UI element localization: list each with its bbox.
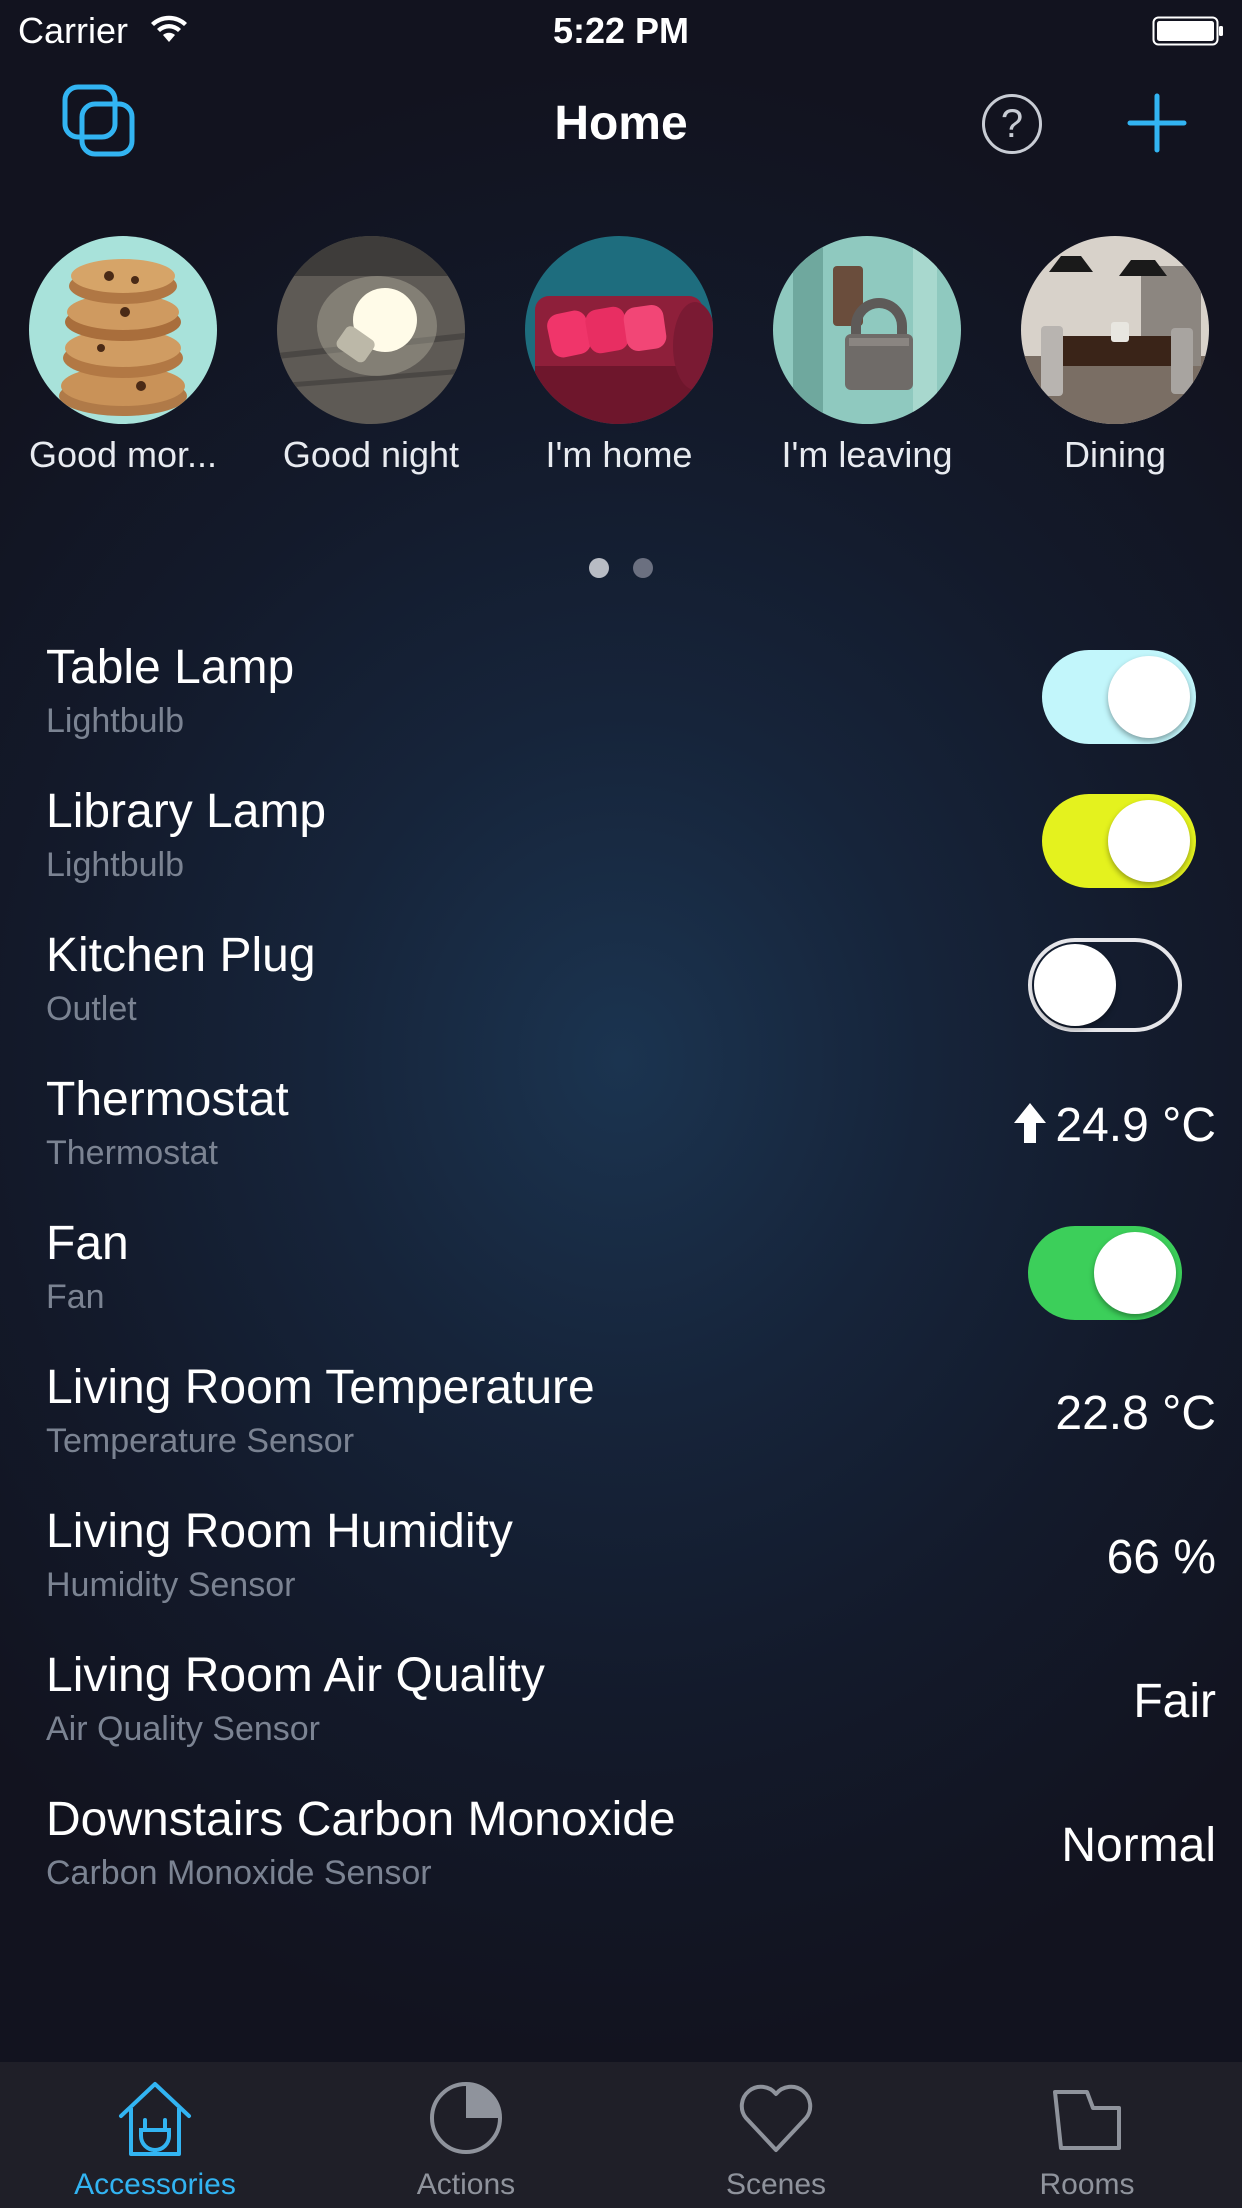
accessory-type: Outlet [46, 990, 137, 1028]
accessory-row-table-lamp[interactable]: Table Lamp Lightbulb [0, 640, 1242, 784]
thermostat-temperature: 24.9 °C [1055, 1099, 1216, 1152]
temperature-value: 22.8 °C [1055, 1387, 1216, 1440]
battery-icon [1152, 16, 1223, 46]
tab-rooms[interactable]: Rooms [932, 2062, 1242, 2208]
lightbulb-photo [277, 236, 465, 424]
tab-label: Actions [416, 2168, 516, 2201]
accessory-type: Carbon Monoxide Sensor [46, 1854, 432, 1892]
dining-room-photo [1021, 236, 1209, 424]
accessory-name: Downstairs Carbon Monoxide [46, 1793, 676, 1846]
scene-good-morning[interactable]: Good mor... [8, 236, 238, 476]
scene-label: Good night [282, 434, 460, 475]
accessory-row-kitchen-plug[interactable]: Kitchen Plug Outlet [0, 928, 1242, 1072]
accessory-row-living-room-humidity[interactable]: Living Room Humidity Humidity Sensor 66 … [0, 1504, 1242, 1648]
sofa-photo [525, 236, 713, 424]
toggle-knob [1108, 656, 1190, 738]
scene-dining[interactable]: Dining [1000, 236, 1230, 476]
accessory-name: Library Lamp [46, 785, 327, 838]
thermostat-value: 24.9 °C [1013, 1098, 1216, 1153]
accessory-name: Living Room Air Quality [46, 1649, 545, 1702]
tab-scenes[interactable]: Scenes [621, 2062, 931, 2208]
room-icon [1053, 2090, 1121, 2150]
accessory-type: Lightbulb [46, 702, 185, 740]
house-plug-icon [119, 2082, 191, 2156]
tab-actions[interactable]: Actions [311, 2062, 621, 2208]
accessory-type: Thermostat [46, 1134, 218, 1172]
arrow-up-icon [1014, 1103, 1047, 1143]
scene-label: Dining [1063, 434, 1167, 475]
tab-label: Rooms [1039, 2168, 1135, 2201]
page-dot-active[interactable] [589, 558, 609, 578]
tab-label: Accessories [74, 2168, 236, 2201]
tab-accessories[interactable]: Accessories [0, 2062, 310, 2208]
toggle-knob [1034, 944, 1116, 1026]
page-title: Home [554, 97, 688, 150]
accessory-type: Air Quality Sensor [46, 1710, 320, 1748]
tab-bar: Accessories Actions Scenes Rooms [0, 2062, 1242, 2208]
humidity-value: 66 % [1106, 1531, 1216, 1584]
cookies-photo [29, 236, 217, 424]
kitchen-plug-toggle[interactable] [1028, 938, 1182, 1032]
scenes-carousel: Good mor... Good night I'm home I'm leav… [0, 236, 1242, 476]
accessory-type: Humidity Sensor [46, 1566, 296, 1604]
accessory-name: Thermostat [46, 1073, 289, 1126]
accessory-name: Living Room Temperature [46, 1361, 595, 1414]
accessory-row-library-lamp[interactable]: Library Lamp Lightbulb [0, 784, 1242, 928]
scene-label: I'm leaving [781, 434, 953, 475]
scene-good-night[interactable]: Good night [256, 236, 486, 476]
toggle-knob [1108, 800, 1190, 882]
accessory-name: Living Room Humidity [46, 1505, 513, 1558]
tab-label: Scenes [725, 2168, 827, 2201]
scene-label: Good mor... [28, 434, 218, 475]
page-control[interactable] [0, 558, 1242, 583]
navigation-bar: Home ? [0, 70, 1242, 190]
scene-im-leaving[interactable]: I'm leaving [752, 236, 982, 476]
page-dot[interactable] [633, 558, 653, 578]
scene-im-home[interactable]: I'm home [504, 236, 734, 476]
carbon-monoxide-value: Normal [1061, 1819, 1216, 1872]
library-lamp-toggle[interactable] [1042, 794, 1196, 888]
table-lamp-toggle[interactable] [1042, 650, 1196, 744]
accessory-row-fan[interactable]: Fan Fan [0, 1216, 1242, 1360]
accessory-type: Temperature Sensor [46, 1422, 355, 1460]
help-button[interactable]: ? [982, 94, 1042, 154]
accessory-row-thermostat[interactable]: Thermostat Thermostat 24.9 °C [0, 1072, 1242, 1216]
accessory-name: Fan [46, 1217, 129, 1270]
scene-label: I'm home [545, 434, 693, 475]
accessory-row-living-room-air-quality[interactable]: Living Room Air Quality Air Quality Sens… [0, 1648, 1242, 1792]
status-bar: Carrier 5:22 PM [0, 0, 1242, 60]
heart-icon [739, 2084, 813, 2152]
accessory-row-downstairs-carbon-monoxide[interactable]: Downstairs Carbon Monoxide Carbon Monoxi… [0, 1792, 1242, 1936]
add-icon[interactable] [1126, 92, 1188, 154]
accessory-name: Kitchen Plug [46, 929, 316, 982]
accessory-type: Lightbulb [46, 846, 185, 884]
accessory-type: Fan [46, 1278, 105, 1316]
pie-clock-icon [430, 2082, 502, 2154]
padlock-photo [773, 236, 961, 424]
air-quality-value: Fair [1133, 1675, 1216, 1728]
accessory-row-living-room-temperature[interactable]: Living Room Temperature Temperature Sens… [0, 1360, 1242, 1504]
accessory-name: Table Lamp [46, 641, 295, 694]
toggle-knob [1094, 1232, 1176, 1314]
fan-toggle[interactable] [1028, 1226, 1182, 1320]
clock: 5:22 PM [552, 10, 690, 51]
